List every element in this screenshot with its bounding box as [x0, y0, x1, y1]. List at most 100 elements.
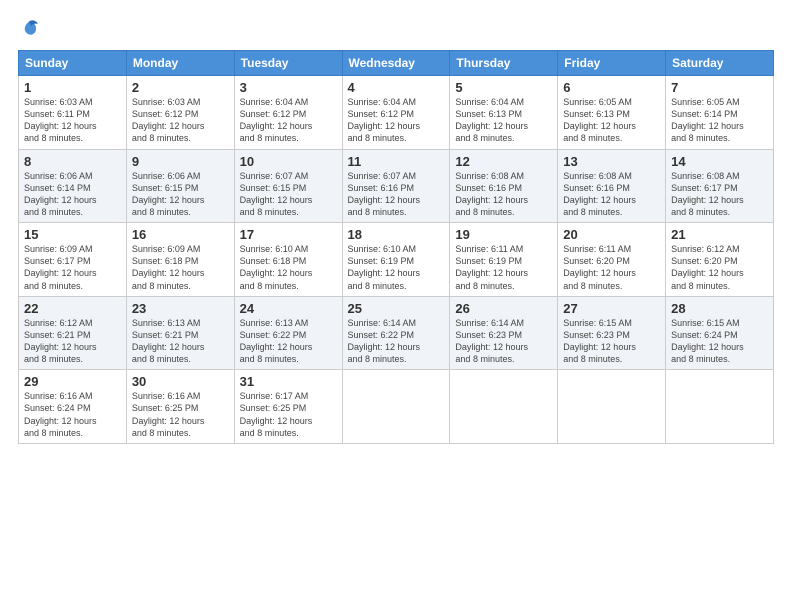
- day-number: 12: [455, 154, 552, 169]
- page: SundayMondayTuesdayWednesdayThursdayFrid…: [0, 0, 792, 612]
- calendar-week-row: 29Sunrise: 6:16 AM Sunset: 6:24 PM Dayli…: [19, 370, 774, 444]
- calendar-cell: 17Sunrise: 6:10 AM Sunset: 6:18 PM Dayli…: [234, 223, 342, 297]
- day-info: Sunrise: 6:11 AM Sunset: 6:19 PM Dayligh…: [455, 243, 552, 292]
- calendar-cell: 2Sunrise: 6:03 AM Sunset: 6:12 PM Daylig…: [126, 76, 234, 150]
- day-info: Sunrise: 6:04 AM Sunset: 6:13 PM Dayligh…: [455, 96, 552, 145]
- calendar-week-row: 22Sunrise: 6:12 AM Sunset: 6:21 PM Dayli…: [19, 296, 774, 370]
- calendar-cell: 29Sunrise: 6:16 AM Sunset: 6:24 PM Dayli…: [19, 370, 127, 444]
- day-info: Sunrise: 6:04 AM Sunset: 6:12 PM Dayligh…: [348, 96, 445, 145]
- calendar-week-row: 1Sunrise: 6:03 AM Sunset: 6:11 PM Daylig…: [19, 76, 774, 150]
- day-info: Sunrise: 6:05 AM Sunset: 6:14 PM Dayligh…: [671, 96, 768, 145]
- day-number: 29: [24, 374, 121, 389]
- calendar-cell: [450, 370, 558, 444]
- calendar-header-row: SundayMondayTuesdayWednesdayThursdayFrid…: [19, 51, 774, 76]
- day-info: Sunrise: 6:03 AM Sunset: 6:11 PM Dayligh…: [24, 96, 121, 145]
- calendar-header-friday: Friday: [558, 51, 666, 76]
- calendar-header-thursday: Thursday: [450, 51, 558, 76]
- day-number: 27: [563, 301, 660, 316]
- calendar-cell: 30Sunrise: 6:16 AM Sunset: 6:25 PM Dayli…: [126, 370, 234, 444]
- day-info: Sunrise: 6:06 AM Sunset: 6:15 PM Dayligh…: [132, 170, 229, 219]
- day-info: Sunrise: 6:07 AM Sunset: 6:16 PM Dayligh…: [348, 170, 445, 219]
- day-number: 6: [563, 80, 660, 95]
- calendar-cell: 4Sunrise: 6:04 AM Sunset: 6:12 PM Daylig…: [342, 76, 450, 150]
- day-info: Sunrise: 6:10 AM Sunset: 6:19 PM Dayligh…: [348, 243, 445, 292]
- day-number: 5: [455, 80, 552, 95]
- calendar-week-row: 8Sunrise: 6:06 AM Sunset: 6:14 PM Daylig…: [19, 149, 774, 223]
- calendar-cell: 12Sunrise: 6:08 AM Sunset: 6:16 PM Dayli…: [450, 149, 558, 223]
- calendar-header-tuesday: Tuesday: [234, 51, 342, 76]
- day-info: Sunrise: 6:09 AM Sunset: 6:18 PM Dayligh…: [132, 243, 229, 292]
- day-number: 13: [563, 154, 660, 169]
- day-info: Sunrise: 6:07 AM Sunset: 6:15 PM Dayligh…: [240, 170, 337, 219]
- calendar-cell: 7Sunrise: 6:05 AM Sunset: 6:14 PM Daylig…: [666, 76, 774, 150]
- calendar-week-row: 15Sunrise: 6:09 AM Sunset: 6:17 PM Dayli…: [19, 223, 774, 297]
- day-number: 28: [671, 301, 768, 316]
- calendar-cell: 28Sunrise: 6:15 AM Sunset: 6:24 PM Dayli…: [666, 296, 774, 370]
- logo-bird-icon: [18, 18, 40, 40]
- day-info: Sunrise: 6:14 AM Sunset: 6:23 PM Dayligh…: [455, 317, 552, 366]
- day-number: 7: [671, 80, 768, 95]
- calendar-cell: 10Sunrise: 6:07 AM Sunset: 6:15 PM Dayli…: [234, 149, 342, 223]
- day-info: Sunrise: 6:13 AM Sunset: 6:22 PM Dayligh…: [240, 317, 337, 366]
- day-info: Sunrise: 6:08 AM Sunset: 6:17 PM Dayligh…: [671, 170, 768, 219]
- day-number: 2: [132, 80, 229, 95]
- day-number: 8: [24, 154, 121, 169]
- calendar-cell: 14Sunrise: 6:08 AM Sunset: 6:17 PM Dayli…: [666, 149, 774, 223]
- day-number: 23: [132, 301, 229, 316]
- day-info: Sunrise: 6:04 AM Sunset: 6:12 PM Dayligh…: [240, 96, 337, 145]
- day-number: 17: [240, 227, 337, 242]
- day-number: 20: [563, 227, 660, 242]
- calendar-cell: 1Sunrise: 6:03 AM Sunset: 6:11 PM Daylig…: [19, 76, 127, 150]
- calendar-cell: 6Sunrise: 6:05 AM Sunset: 6:13 PM Daylig…: [558, 76, 666, 150]
- day-info: Sunrise: 6:15 AM Sunset: 6:24 PM Dayligh…: [671, 317, 768, 366]
- calendar-cell: 26Sunrise: 6:14 AM Sunset: 6:23 PM Dayli…: [450, 296, 558, 370]
- calendar-cell: 20Sunrise: 6:11 AM Sunset: 6:20 PM Dayli…: [558, 223, 666, 297]
- day-info: Sunrise: 6:11 AM Sunset: 6:20 PM Dayligh…: [563, 243, 660, 292]
- day-info: Sunrise: 6:13 AM Sunset: 6:21 PM Dayligh…: [132, 317, 229, 366]
- calendar-cell: 27Sunrise: 6:15 AM Sunset: 6:23 PM Dayli…: [558, 296, 666, 370]
- calendar-header-sunday: Sunday: [19, 51, 127, 76]
- day-number: 11: [348, 154, 445, 169]
- day-number: 15: [24, 227, 121, 242]
- calendar-cell: 21Sunrise: 6:12 AM Sunset: 6:20 PM Dayli…: [666, 223, 774, 297]
- day-number: 19: [455, 227, 552, 242]
- calendar-cell: 5Sunrise: 6:04 AM Sunset: 6:13 PM Daylig…: [450, 76, 558, 150]
- calendar-header-monday: Monday: [126, 51, 234, 76]
- day-info: Sunrise: 6:08 AM Sunset: 6:16 PM Dayligh…: [455, 170, 552, 219]
- calendar-cell: 24Sunrise: 6:13 AM Sunset: 6:22 PM Dayli…: [234, 296, 342, 370]
- calendar-cell: 16Sunrise: 6:09 AM Sunset: 6:18 PM Dayli…: [126, 223, 234, 297]
- day-number: 16: [132, 227, 229, 242]
- calendar-cell: 11Sunrise: 6:07 AM Sunset: 6:16 PM Dayli…: [342, 149, 450, 223]
- day-number: 31: [240, 374, 337, 389]
- day-number: 4: [348, 80, 445, 95]
- day-number: 25: [348, 301, 445, 316]
- day-number: 24: [240, 301, 337, 316]
- calendar-header-saturday: Saturday: [666, 51, 774, 76]
- day-number: 3: [240, 80, 337, 95]
- calendar-cell: 22Sunrise: 6:12 AM Sunset: 6:21 PM Dayli…: [19, 296, 127, 370]
- calendar-cell: [342, 370, 450, 444]
- day-number: 30: [132, 374, 229, 389]
- day-info: Sunrise: 6:09 AM Sunset: 6:17 PM Dayligh…: [24, 243, 121, 292]
- day-info: Sunrise: 6:12 AM Sunset: 6:20 PM Dayligh…: [671, 243, 768, 292]
- logo: [18, 18, 44, 40]
- calendar-table: SundayMondayTuesdayWednesdayThursdayFrid…: [18, 50, 774, 444]
- day-number: 18: [348, 227, 445, 242]
- day-info: Sunrise: 6:08 AM Sunset: 6:16 PM Dayligh…: [563, 170, 660, 219]
- calendar-cell: 23Sunrise: 6:13 AM Sunset: 6:21 PM Dayli…: [126, 296, 234, 370]
- day-number: 1: [24, 80, 121, 95]
- calendar-cell: 13Sunrise: 6:08 AM Sunset: 6:16 PM Dayli…: [558, 149, 666, 223]
- calendar-cell: 18Sunrise: 6:10 AM Sunset: 6:19 PM Dayli…: [342, 223, 450, 297]
- calendar-cell: 3Sunrise: 6:04 AM Sunset: 6:12 PM Daylig…: [234, 76, 342, 150]
- calendar-cell: [666, 370, 774, 444]
- day-number: 14: [671, 154, 768, 169]
- day-info: Sunrise: 6:16 AM Sunset: 6:24 PM Dayligh…: [24, 390, 121, 439]
- calendar-cell: 31Sunrise: 6:17 AM Sunset: 6:25 PM Dayli…: [234, 370, 342, 444]
- calendar-cell: [558, 370, 666, 444]
- header: [18, 18, 774, 40]
- day-number: 9: [132, 154, 229, 169]
- day-info: Sunrise: 6:12 AM Sunset: 6:21 PM Dayligh…: [24, 317, 121, 366]
- calendar-cell: 25Sunrise: 6:14 AM Sunset: 6:22 PM Dayli…: [342, 296, 450, 370]
- day-info: Sunrise: 6:17 AM Sunset: 6:25 PM Dayligh…: [240, 390, 337, 439]
- day-number: 22: [24, 301, 121, 316]
